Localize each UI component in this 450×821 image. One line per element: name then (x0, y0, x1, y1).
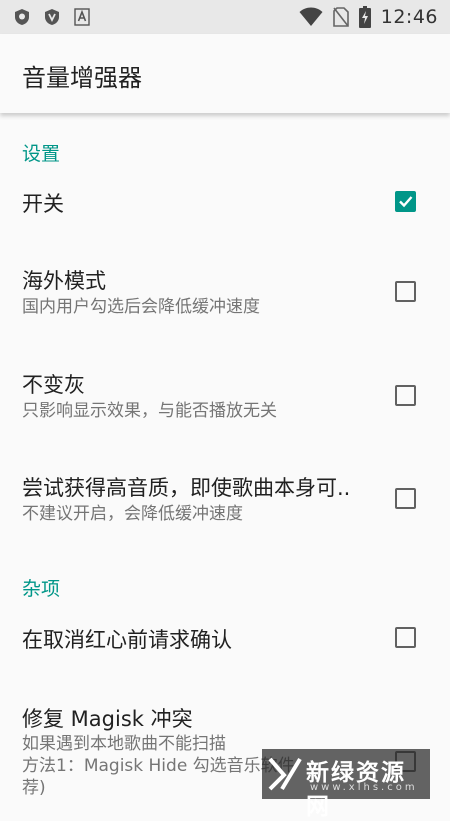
watermark: 新绿资源网 www.xlhs.com (262, 749, 430, 820)
no-sim-icon (332, 7, 349, 27)
pref-label: 修复 Magisk 冲突 (22, 707, 193, 731)
wifi-icon (299, 7, 323, 27)
font-icon (74, 8, 90, 26)
overseas-mode-checkbox[interactable] (395, 281, 416, 302)
page-title: 音量增强器 (22, 64, 142, 92)
pref-summary-line: 方法1：Magisk Hide 勾选音乐软件 (22, 756, 295, 776)
pref-label: 海外模式 (22, 269, 106, 293)
pref-summary: 不建议开启，会降低缓冲速度 (22, 504, 243, 524)
pref-row-confirm-unlike[interactable]: 在取消红心前请求确认 (0, 608, 450, 668)
pref-label: 不变灰 (22, 373, 85, 397)
section-header-settings: 设置 (22, 143, 61, 165)
pref-label: 在取消红心前请求确认 (22, 628, 232, 652)
section-header-misc: 杂项 (22, 578, 61, 600)
pref-summary: 只影响显示效果，与能否播放无关 (22, 401, 277, 421)
pref-label: 开关 (22, 192, 64, 216)
pref-row-high-quality[interactable]: 尝试获得高音质，即使歌曲本身可.. 不建议开启，会降低缓冲速度 (0, 460, 450, 540)
pref-summary: 国内用户勾选后会降低缓冲速度 (22, 297, 260, 317)
battery-charging-icon (358, 6, 371, 28)
status-clock: 12:46 (380, 6, 438, 28)
confirm-unlike-checkbox[interactable] (395, 627, 416, 648)
preferences-list: 设置 开关 海外模式 国内用户勾选后会降低缓冲速度 不变灰 只影响显示效果，与能… (0, 113, 450, 800)
pref-row-switch[interactable]: 开关 (0, 173, 450, 231)
pref-label: 尝试获得高音质，即使歌曲本身可.. (22, 476, 351, 500)
app-bar: 音量增强器 (0, 34, 450, 113)
pref-summary-line: 荐) (22, 778, 46, 798)
shield-icon (14, 8, 30, 26)
status-bar: 12:46 (0, 0, 450, 34)
watermark-url: www.xlhs.com (310, 782, 418, 793)
no-gray-checkbox[interactable] (395, 385, 416, 406)
pref-row-no-gray[interactable]: 不变灰 只影响显示效果，与能否播放无关 (0, 357, 450, 437)
pref-row-overseas-mode[interactable]: 海外模式 国内用户勾选后会降低缓冲速度 (0, 253, 450, 333)
high-quality-checkbox[interactable] (395, 488, 416, 509)
switch-checkbox[interactable] (395, 191, 416, 212)
watermark-logo-icon (268, 755, 302, 797)
pref-summary-line: 如果遇到本地歌曲不能扫描 (22, 734, 226, 754)
shield-icon (44, 8, 60, 26)
